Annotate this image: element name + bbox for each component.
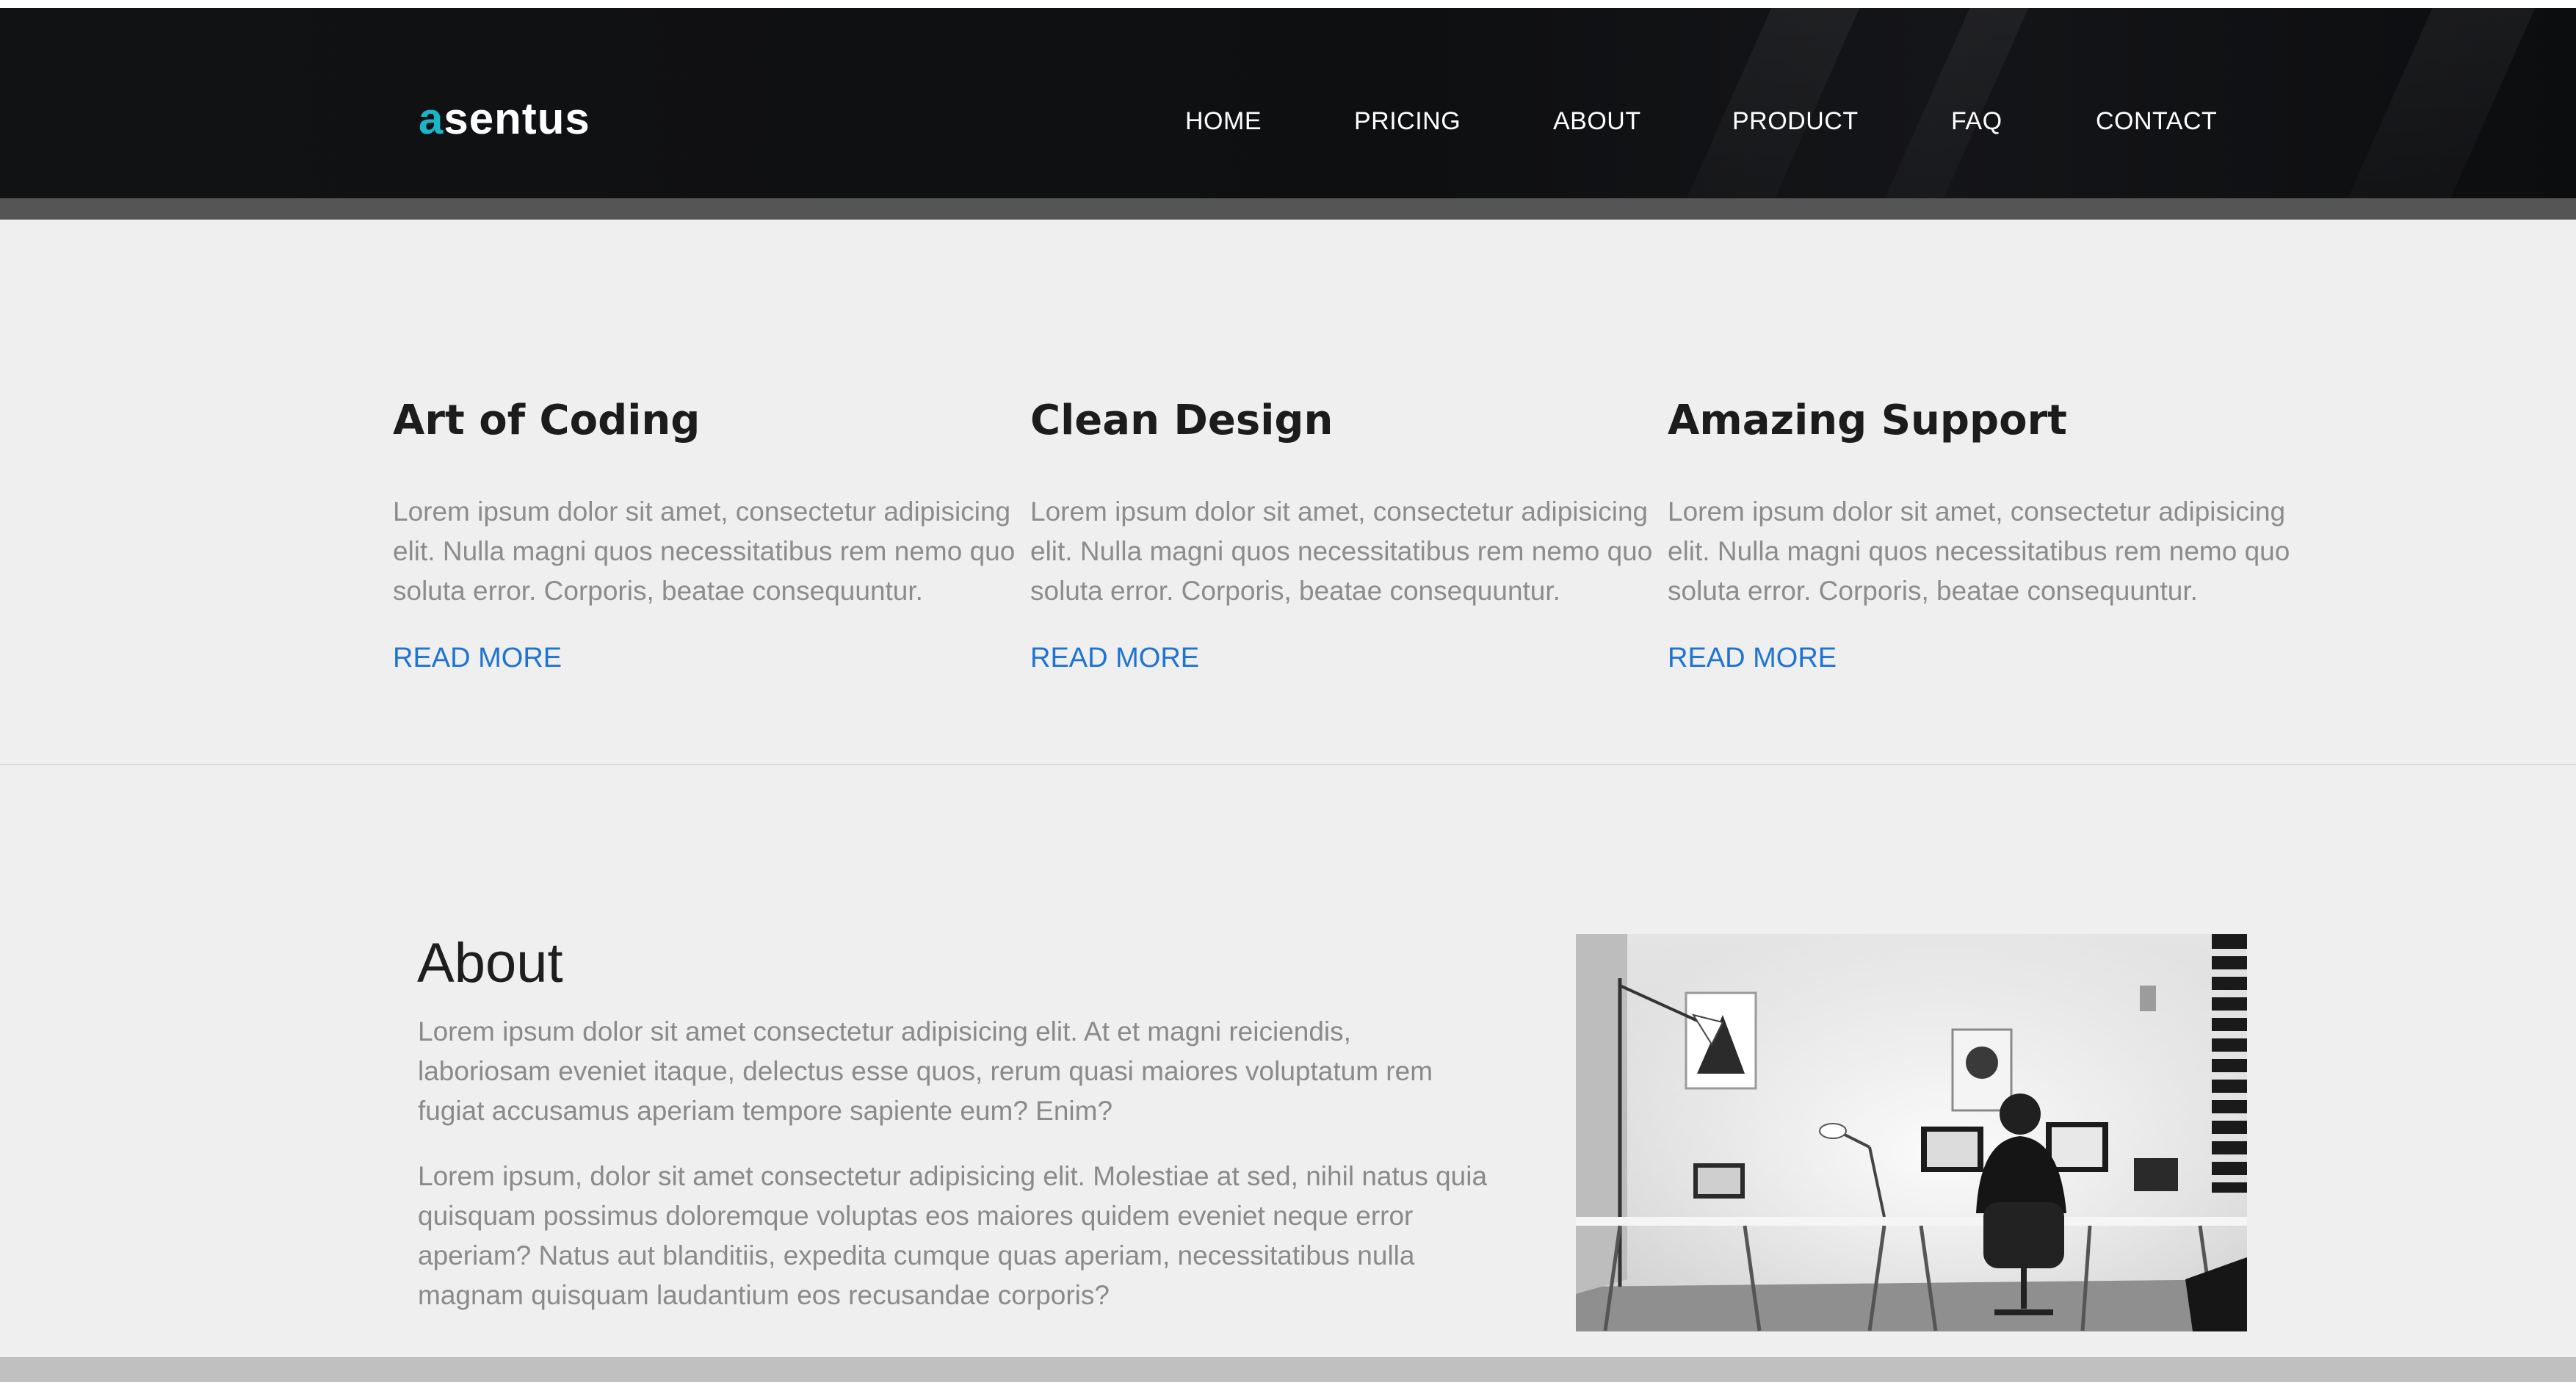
- footer-bar: [0, 1357, 2576, 1388]
- about-paragraph-2: Lorem ipsum, dolor sit amet consectetur …: [418, 1161, 1488, 1310]
- section-divider: [0, 764, 2576, 765]
- feature-title: Clean Design: [1030, 397, 1334, 444]
- feature-card: Clean Design Lorem ipsum dolor sit amet,…: [1030, 397, 1662, 673]
- feature-text: Lorem ipsum dolor sit amet, consectetur …: [1668, 496, 2290, 606]
- office-photo-illustration: [1576, 934, 2247, 1331]
- feature-text: Lorem ipsum dolor sit amet, consectetur …: [1030, 496, 1653, 606]
- feature-card: Art of Coding Lorem ipsum dolor sit amet…: [393, 397, 1024, 673]
- nav-home[interactable]: HOME: [1185, 107, 1262, 136]
- header-decoration: [1666, 8, 1873, 198]
- read-more-link[interactable]: READ MORE: [393, 643, 562, 674]
- feature-title: Art of Coding: [393, 397, 701, 444]
- site-header: asentus HOME PRICING ABOUT PRODUCT FAQ C…: [0, 8, 2576, 198]
- page: asentus HOME PRICING ABOUT PRODUCT FAQ C…: [0, 0, 2576, 1388]
- office-workspace-photo: [1576, 934, 2247, 1331]
- header-decoration: [1864, 8, 2042, 198]
- read-more-link[interactable]: READ MORE: [1030, 643, 1199, 674]
- nav-about[interactable]: ABOUT: [1553, 107, 1641, 136]
- feature-card: Amazing Support Lorem ipsum dolor sit am…: [1668, 397, 2299, 673]
- main-nav: HOME PRICING ABOUT PRODUCT FAQ CONTACT: [0, 107, 2576, 137]
- nav-product[interactable]: PRODUCT: [1732, 107, 1859, 136]
- feature-text: Lorem ipsum dolor sit amet, consectetur …: [393, 496, 1016, 606]
- nav-faq[interactable]: FAQ: [1951, 107, 2002, 136]
- about-title: About: [417, 932, 563, 994]
- nav-contact[interactable]: CONTACT: [2096, 107, 2217, 136]
- about-paragraph-1: Lorem ipsum dolor sit amet consectetur a…: [418, 1016, 1433, 1126]
- footer-bar-line: [0, 1382, 2576, 1388]
- read-more-link[interactable]: READ MORE: [1668, 643, 1837, 674]
- nav-pricing[interactable]: PRICING: [1354, 107, 1461, 136]
- feature-title: Amazing Support: [1668, 397, 2067, 444]
- top-border: [0, 0, 2576, 8]
- header-bottom-bar: [0, 198, 2576, 220]
- header-decoration: [2327, 8, 2549, 198]
